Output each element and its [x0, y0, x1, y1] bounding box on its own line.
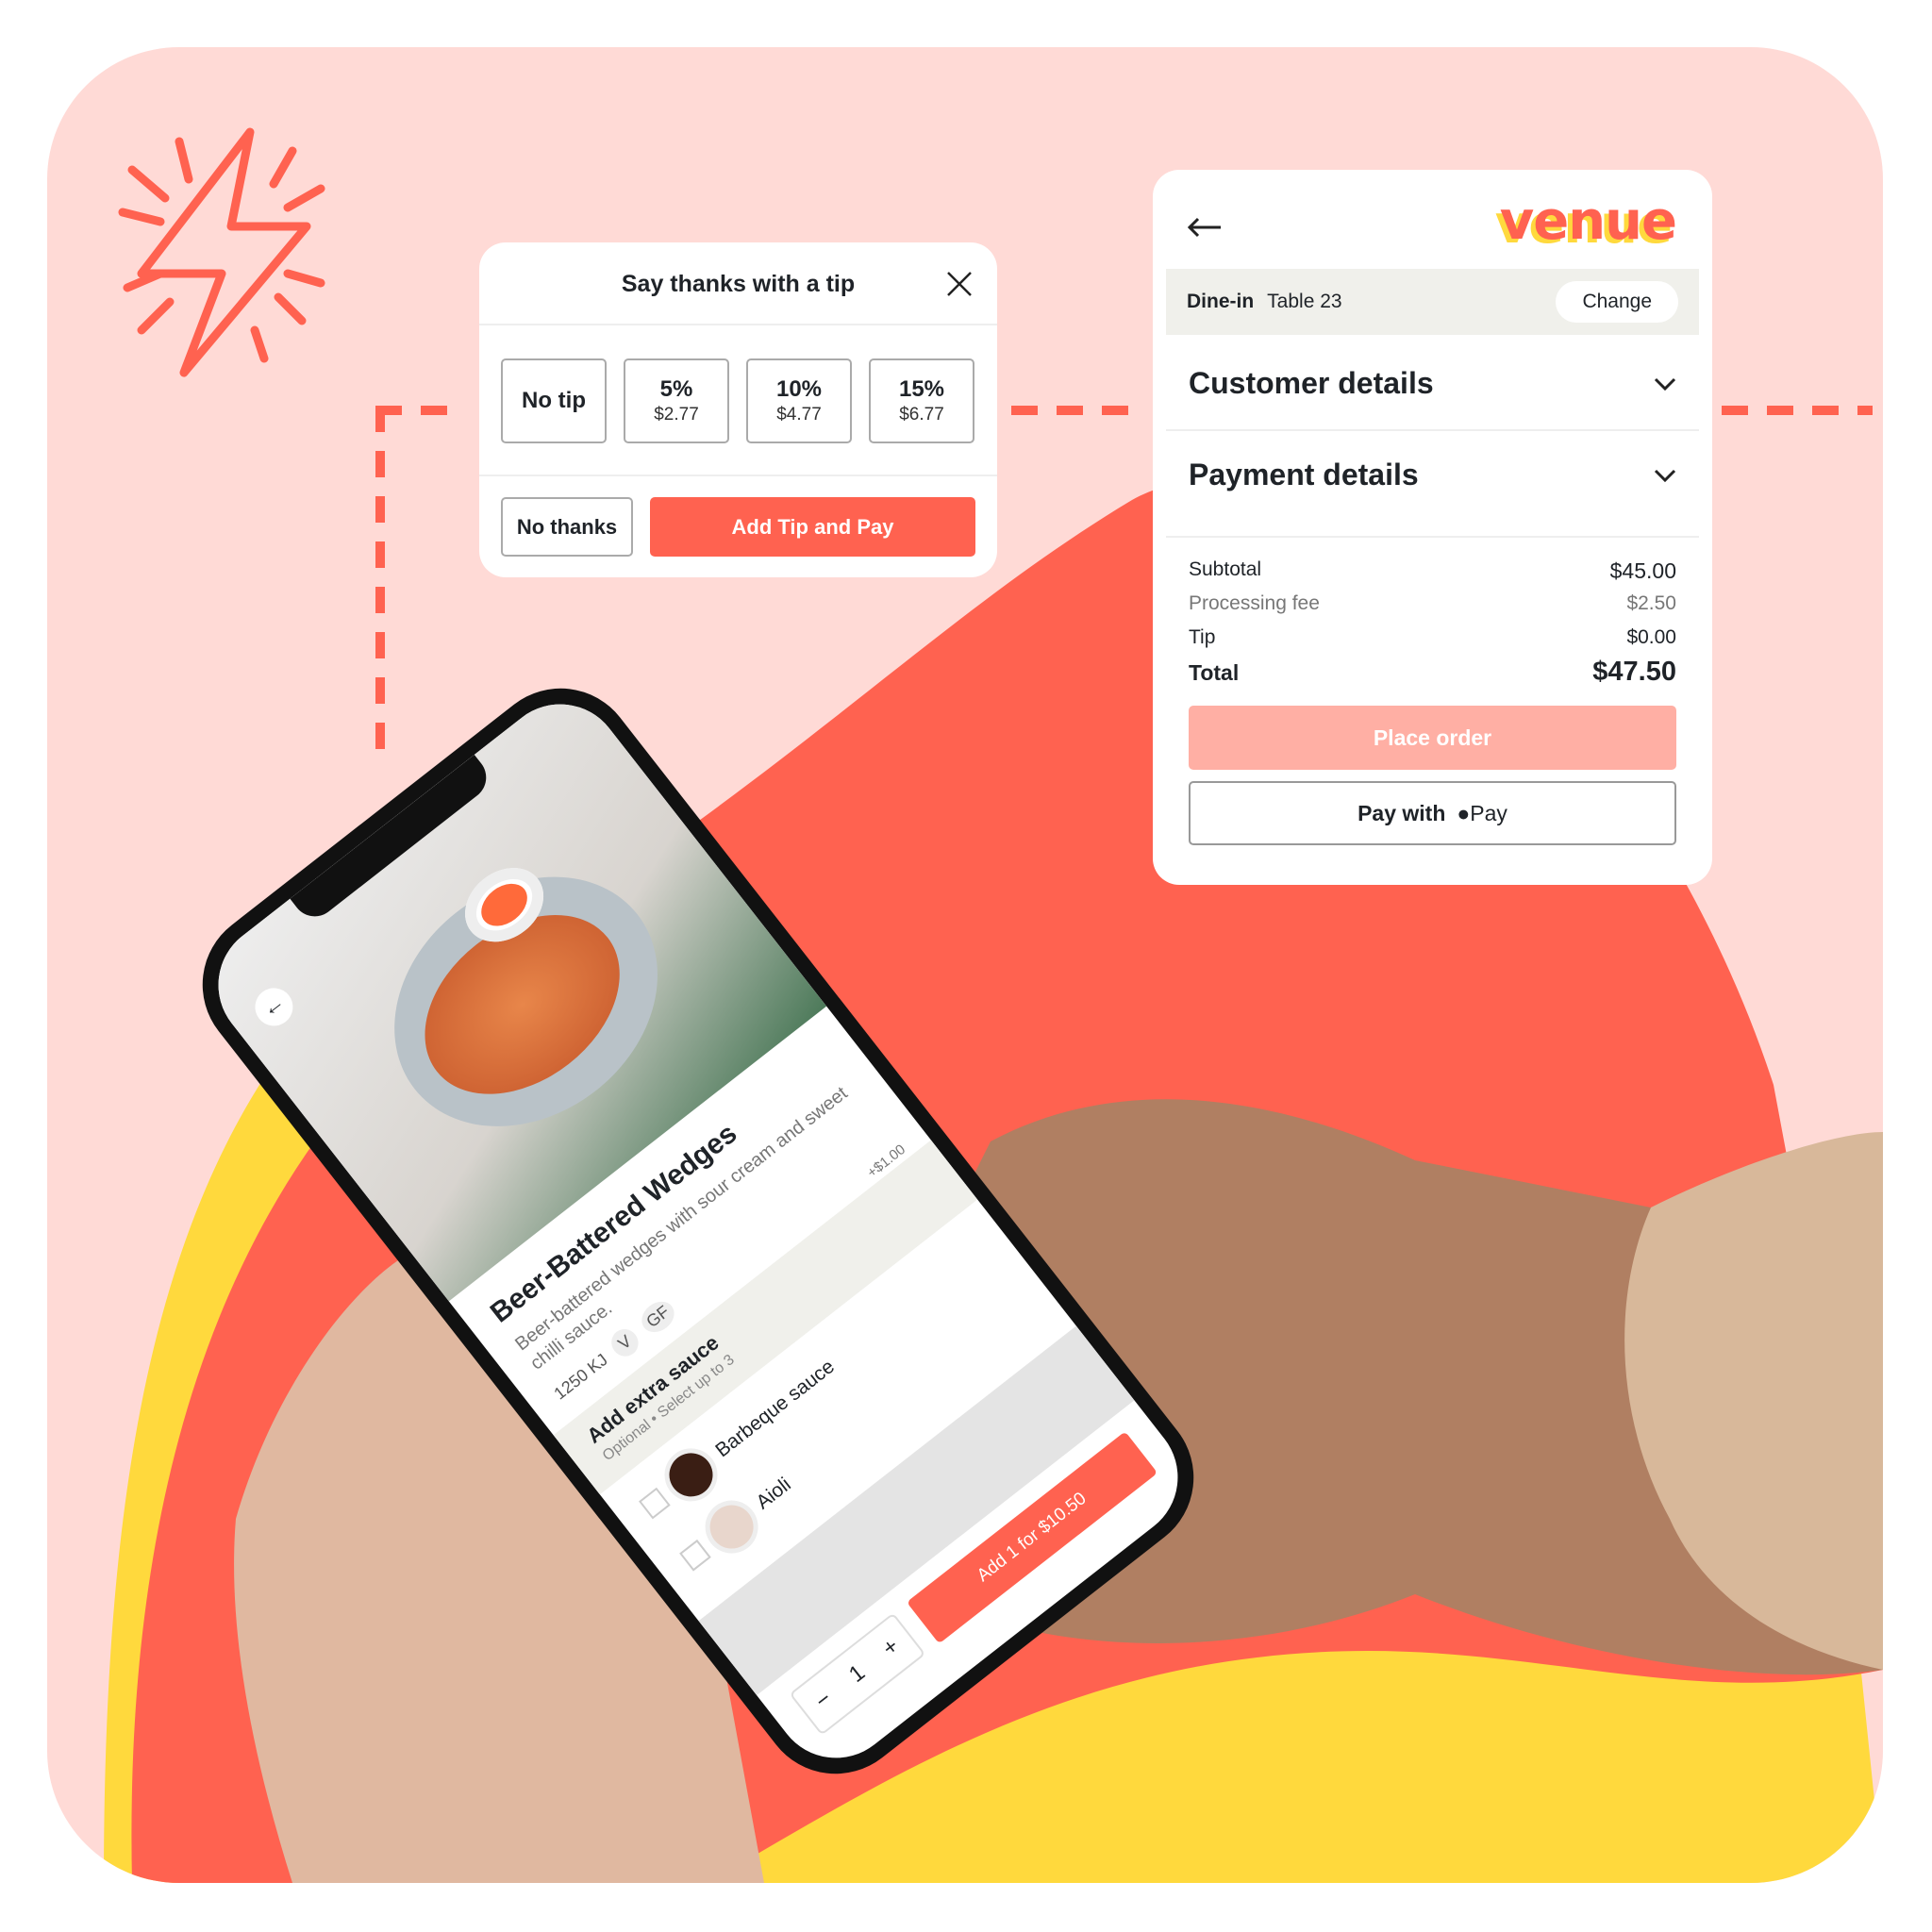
summary-value: $0.00	[1626, 626, 1676, 648]
quantity-value: 1	[844, 1659, 871, 1688]
accordion-title: Customer details	[1189, 366, 1434, 400]
tip-option-amount: $6.77	[899, 405, 944, 425]
option-label: Aioli	[752, 1473, 795, 1514]
tip-option-amount: $2.77	[654, 405, 699, 425]
summary-row-total: Total $47.50	[1189, 657, 1676, 688]
dine-in-label: Dine-in	[1187, 291, 1255, 312]
tip-dialog-title: Say thanks with a tip	[621, 271, 856, 297]
connector-dash	[375, 406, 462, 415]
close-icon[interactable]	[944, 269, 974, 299]
tip-option-10[interactable]: 10% $4.77	[746, 358, 852, 443]
summary-label: Subtotal	[1189, 558, 1262, 580]
tip-option-15[interactable]: 15% $6.77	[869, 358, 974, 443]
minus-icon[interactable]: −	[810, 1686, 837, 1715]
tip-option-none[interactable]: No tip	[501, 358, 607, 443]
summary-value: $45.00	[1609, 558, 1676, 583]
summary-row: Processing fee $2.50	[1189, 592, 1676, 615]
sauce-thumbnail	[701, 1496, 762, 1557]
customer-details-accordion[interactable]: Customer details	[1189, 366, 1676, 401]
summary-value: $2.50	[1626, 592, 1676, 614]
lightning-icon	[118, 127, 325, 377]
arrow-left-icon[interactable]	[1187, 217, 1223, 238]
connector-dash	[1011, 406, 1143, 415]
summary-label: Processing fee	[1189, 592, 1320, 614]
no-thanks-button[interactable]: No thanks	[501, 497, 633, 557]
tip-option-label: 15%	[898, 376, 945, 402]
add-tip-and-pay-button[interactable]: Add Tip and Pay	[650, 497, 975, 557]
divider	[479, 324, 997, 325]
tip-option-amount: $4.77	[776, 405, 822, 425]
apple-pay-text: Pay	[1470, 800, 1507, 825]
divider	[479, 475, 997, 476]
summary-label: Tip	[1189, 626, 1216, 648]
checkbox[interactable]	[679, 1539, 711, 1572]
checkbox[interactable]	[639, 1487, 671, 1520]
tip-option-label: No tip	[522, 388, 586, 413]
apple-pay-button[interactable]: Pay with ●Pay	[1189, 781, 1676, 845]
summary-value: $47.50	[1592, 657, 1676, 687]
apple-pay-logo: ●Pay	[1457, 801, 1507, 826]
checkout-card: venue Dine-in Table 23 Change Customer d…	[1153, 170, 1712, 885]
pay-with-label: Pay with	[1357, 800, 1446, 825]
plus-icon[interactable]: +	[877, 1633, 904, 1662]
summary-row: Tip $0.00	[1189, 626, 1676, 649]
chevron-down-icon	[1654, 377, 1676, 391]
tip-option-5[interactable]: 5% $2.77	[624, 358, 729, 443]
sauce-thumbnail	[660, 1444, 722, 1506]
apple-icon: ●	[1457, 800, 1471, 825]
place-order-button[interactable]: Place order	[1189, 706, 1676, 770]
change-button[interactable]: Change	[1556, 281, 1678, 323]
table-label: Table 23	[1267, 291, 1342, 312]
tip-dialog: Say thanks with a tip No tip 5% $2.77 10%…	[479, 242, 997, 577]
connector-dash	[375, 406, 385, 764]
back-arrow-icon[interactable]: ←	[247, 980, 301, 1034]
dine-in-bar: Dine-in Table 23 Change	[1166, 269, 1699, 335]
tip-option-label: 5%	[659, 376, 693, 402]
divider	[1166, 429, 1699, 431]
summary-label: Total	[1189, 660, 1240, 685]
connector-dash	[1722, 406, 1873, 415]
tip-option-label: 10%	[775, 376, 823, 402]
venue-logo: venue	[1499, 191, 1677, 252]
badge: V	[606, 1324, 644, 1362]
chevron-down-icon	[1654, 469, 1676, 482]
accordion-title: Payment details	[1189, 458, 1419, 491]
divider	[1166, 536, 1699, 538]
summary-row: Subtotal $45.00	[1189, 558, 1676, 584]
payment-details-accordion[interactable]: Payment details	[1189, 458, 1676, 492]
badge: GF	[636, 1295, 681, 1339]
